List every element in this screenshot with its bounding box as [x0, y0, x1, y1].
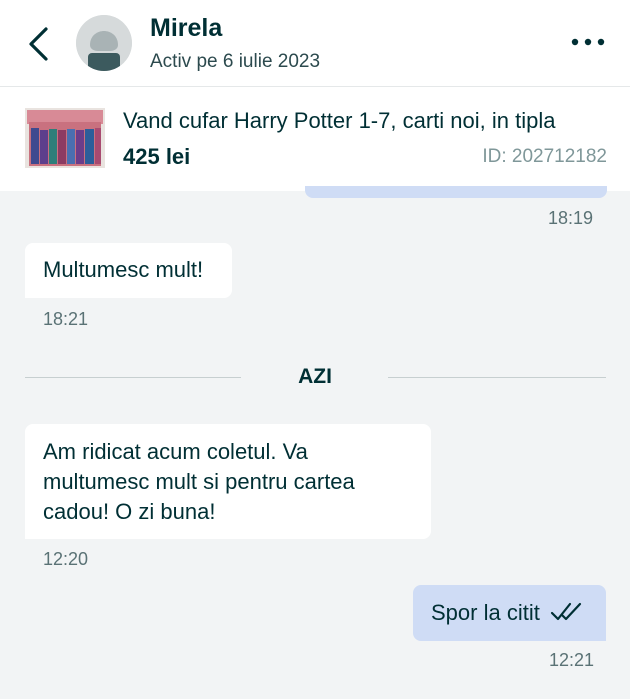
- double-check-icon: [550, 599, 584, 629]
- message-bubble-outgoing[interactable]: [305, 186, 607, 198]
- date-divider-line: [25, 377, 241, 378]
- listing-thumbnail[interactable]: [25, 108, 105, 168]
- date-divider-label: AZI: [298, 365, 332, 388]
- message-time: 12:21: [549, 650, 595, 670]
- message-text: Am ridicat acum coletul. Va multumesc mu…: [43, 439, 355, 524]
- message-bubble-incoming[interactable]: Am ridicat acum coletul. Va multumesc mu…: [25, 424, 431, 539]
- message-time: 18:21: [43, 309, 89, 329]
- date-divider-line: [388, 377, 606, 378]
- more-horizontal-icon: [571, 38, 605, 46]
- listing-title[interactable]: Vand cufar Harry Potter 1-7, carti noi, …: [123, 108, 555, 134]
- chat-header: Mirela Activ pe 6 iulie 2023: [0, 0, 630, 87]
- listing-price: 425 lei: [123, 144, 191, 169]
- chevron-left-icon: [29, 27, 48, 61]
- back-button[interactable]: [22, 24, 54, 64]
- message-bubble-outgoing[interactable]: Spor la citit: [413, 585, 606, 641]
- user-placeholder-icon: [76, 15, 132, 71]
- contact-name[interactable]: Mirela: [150, 14, 222, 43]
- message-text: Spor la citit: [431, 600, 540, 625]
- contact-status: Activ pe 6 iulie 2023: [150, 51, 321, 72]
- message-text: Multumesc mult!: [43, 257, 204, 282]
- listing-id: ID: 202712182: [482, 146, 607, 167]
- book-box-image: [25, 108, 105, 168]
- message-time: 12:20: [43, 549, 89, 569]
- listing-card[interactable]: Vand cufar Harry Potter 1-7, carti noi, …: [0, 87, 630, 191]
- message-bubble-incoming[interactable]: Multumesc mult!: [25, 243, 232, 298]
- avatar[interactable]: [76, 15, 132, 71]
- more-options-button[interactable]: [568, 30, 608, 54]
- message-time: 18:19: [548, 208, 594, 228]
